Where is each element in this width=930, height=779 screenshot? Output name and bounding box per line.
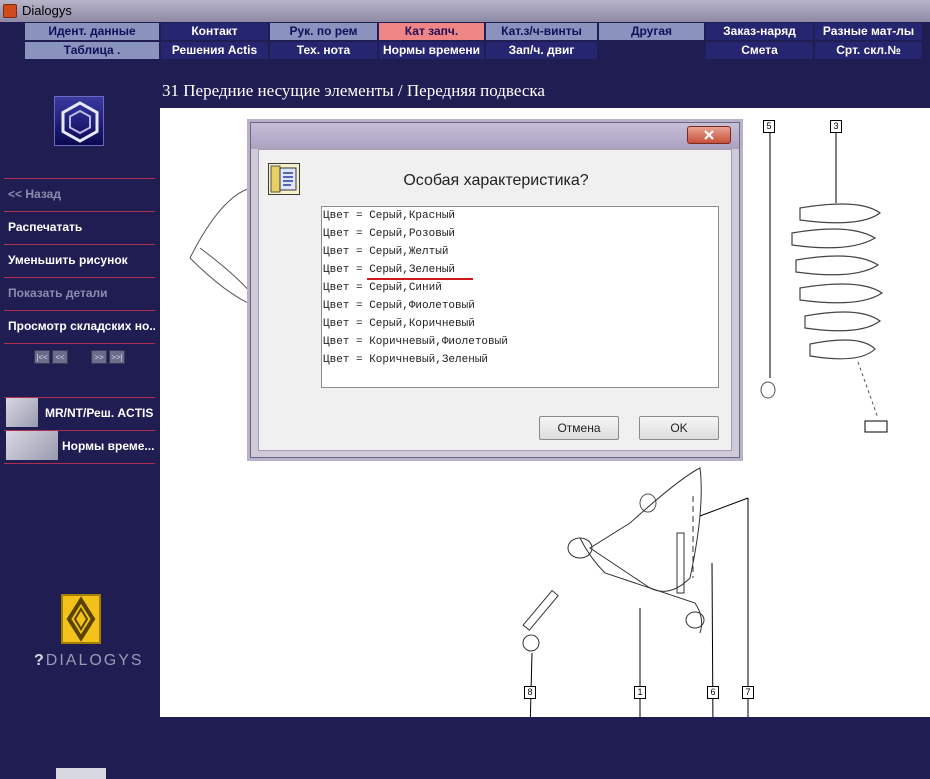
callout-8[interactable]: 8 [524,686,536,699]
last-page-button[interactable]: >>| [109,350,125,364]
close-icon [704,130,714,140]
window-titlebar: Dialogys [0,0,930,22]
callout-6[interactable]: 6 [707,686,719,699]
dialog-question: Особая характеристика? [403,172,589,189]
time-norms-link[interactable]: Нормы време... [6,431,156,461]
characteristic-list[interactable]: Цвет = Серый,Красный Цвет = Серый,Розовы… [321,206,719,388]
callout-3[interactable]: 3 [830,120,842,133]
show-details-link[interactable]: Показать детали [8,278,155,308]
ok-button[interactable]: OK [639,416,719,440]
menu-ident-data[interactable]: Идент. данные [25,23,159,40]
list-item[interactable]: Цвет = Серый,Зеленый [323,261,455,279]
menu-work-order[interactable]: Заказ-наряд [706,23,813,40]
callout-5[interactable]: 5 [763,120,775,133]
callout-1[interactable]: 1 [634,686,646,699]
characteristic-dialog: Особая характеристика? Цвет = Серый,Крас… [250,122,740,458]
sidebar: << Назад Распечатать Уменьшить рисунок П… [0,62,160,779]
first-page-button[interactable]: |<< [34,350,50,364]
list-item[interactable]: Цвет = Серый,Фиолетовый [323,297,475,315]
menu-contact[interactable]: Контакт [161,23,268,40]
bottom-badge [56,768,106,779]
hexagon-logo-icon [54,96,104,146]
list-item[interactable]: Цвет = Серый,Коричневый [323,315,475,333]
menu-estimate[interactable]: Смета [706,42,813,59]
separator [4,463,155,464]
list-item[interactable]: Цвет = Коричневый,Фиолетовый [323,333,508,351]
list-item[interactable]: Цвет = Серый,Синий [323,279,442,297]
list-item[interactable]: Цвет = Коричневый,Зеленый [323,351,488,369]
list-item[interactable]: Цвет = Серый,Розовый [323,225,455,243]
next-page-button[interactable]: >> [91,350,107,364]
menu-parts-screws[interactable]: Кат.з/ч-винты [486,23,597,40]
separator [4,343,155,344]
dialog-titlebar [251,123,739,149]
actis-link[interactable]: MR/NT/Реш. ACTIS [6,398,156,428]
time-norms-link-label: Нормы време... [62,439,155,453]
menu-parts-catalog[interactable]: Кат запч. [379,23,484,40]
stock-view-link[interactable]: Просмотр складских но... [8,311,155,341]
menu-tech-note[interactable]: Тех. нота [270,42,377,59]
window-title: Dialogys [22,3,72,18]
back-link[interactable]: << Назад [8,179,155,209]
callout-7[interactable]: 7 [742,686,754,699]
gauge-icon [6,431,58,460]
menu-actis-solutions[interactable]: Решения Actis [161,42,268,59]
menu-time-norms[interactable]: Нормы времени [379,42,484,59]
menu-table[interactable]: Таблица . [25,42,159,59]
app-icon [3,4,17,18]
prev-page-button[interactable]: << [52,350,68,364]
menu-repair-manual[interactable]: Рук. по рем [270,23,377,40]
shrink-drawing-link[interactable]: Уменьшить рисунок [8,245,155,275]
cancel-button[interactable]: Отмена [539,416,619,440]
list-item[interactable]: Цвет = Серый,Красный [323,207,455,225]
wrench-icon [6,398,38,427]
page-title: 31 Передние несущие элементы / Передняя … [162,81,545,100]
top-menu: Идент. данные Контакт Рук. по рем Кат за… [0,22,930,62]
dialog-body: Особая характеристика? Цвет = Серый,Крас… [258,149,732,451]
menu-engine-parts[interactable]: Зап/ч. двиг [486,42,597,59]
dialogys-logo: ?DIALOGYS [34,652,144,669]
print-link[interactable]: Распечатать [8,212,155,242]
actis-link-label: MR/NT/Реш. ACTIS [45,406,154,420]
menu-other[interactable]: Другая [599,23,704,40]
list-item[interactable]: Цвет = Серый,Желтый [323,243,448,261]
menu-misc-materials[interactable]: Разные мат-лы [815,23,922,40]
dialog-close-button[interactable] [687,126,731,144]
dialogys-logo-text: DIALOGYS [45,652,144,669]
renault-logo-icon [61,594,101,644]
highlight-underline [367,278,473,280]
menu-stock-number[interactable]: Срт. скл.№ [815,42,922,59]
